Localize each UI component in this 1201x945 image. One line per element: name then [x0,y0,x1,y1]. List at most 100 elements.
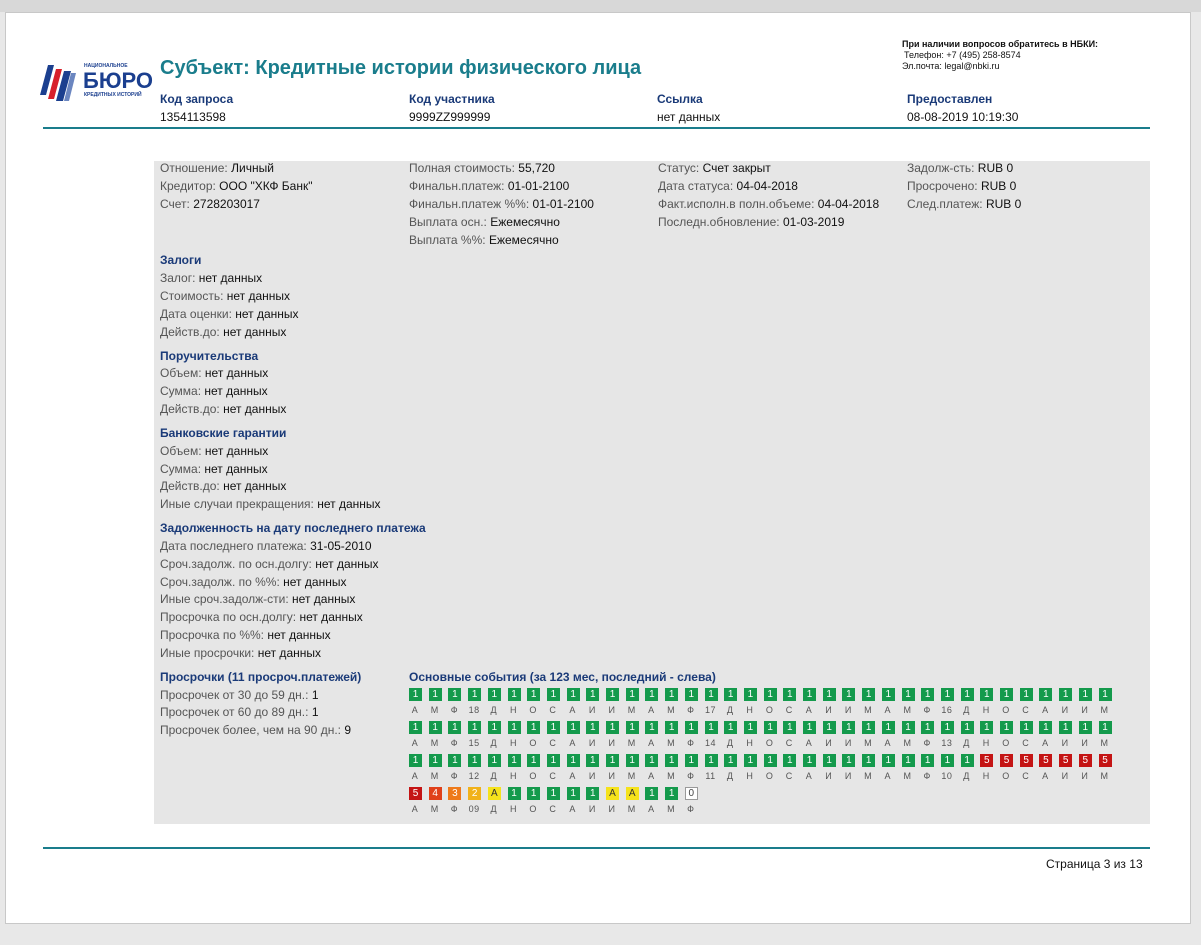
event-status-cell: 1 [724,688,738,701]
event-month-label: М [864,738,873,748]
event-month-label: 09 [468,804,480,814]
section-title-bank-guarantees: Банковские гарантии [160,426,287,440]
header-request-code: Код запроса 1354113598 [160,92,400,124]
event-status-cell: 1 [842,688,856,701]
header-label: Ссылка [657,92,703,106]
section-title-overdue: Просрочки (11 просроч.платежей) [160,670,362,684]
event-status-cell: 1 [428,754,442,767]
event-status-cell: 3 [448,787,462,800]
field-label: Задолж-сть: [907,161,975,175]
field-overdue-30-59: Просрочек от 30 до 59 дн.: 1 [160,688,319,702]
event-month-label: И [1081,738,1089,748]
field-current-interest-debt: Сроч.задолж. по %%: нет данных [160,575,346,589]
event-month-label: 11 [705,771,716,781]
field-label: Просрочка по %%: [160,628,265,642]
event-month-label: И [588,771,596,781]
event-status-cell: 1 [881,721,895,734]
event-month-label: С [549,771,557,781]
field-value: 01-03-2019 [782,215,845,229]
event-status-cell: 1 [606,721,619,734]
event-status-cell: 1 [507,688,521,701]
event-status-cell: 1 [409,754,422,767]
event-month-label: М [430,738,439,748]
event-month-label: А [569,738,576,748]
event-month-label: И [844,771,852,781]
field-other-current-debt: Иные сроч.задолж-сти: нет данных [160,592,355,606]
event-month-label: О [765,705,774,715]
event-status-cell: 1 [1019,721,1033,734]
event-month-label: Н [982,705,990,715]
event-month-label: А [805,705,813,715]
field-label: Стоимость: [160,289,224,303]
event-status-cell: 1 [487,721,501,734]
event-status-cell: 1 [743,688,757,701]
nbki-logo: НАЦИОНАЛЬНОЕ БЮРО КРЕДИТНЫХ ИСТОРИЙ [40,63,153,101]
event-status-cell: 1 [803,754,816,767]
event-status-cell: 1 [586,754,600,767]
event-status-cell: 5 [1039,754,1053,767]
event-status-cell: 1 [940,721,954,734]
event-status-cell: 1 [625,688,639,701]
field-value: нет данных [226,289,291,303]
event-status-cell: 1 [1000,721,1013,734]
event-status-cell: 1 [448,688,462,701]
field-overdue-interest: Просрочка по %%: нет данных [160,628,331,642]
event-status-cell: 5 [980,754,994,767]
page-counter: Страница 3 из 13 [1046,857,1143,871]
field-value: нет данных [292,592,356,606]
event-month-label: 16 [941,705,953,715]
event-status-cell: 1 [606,688,619,701]
event-month-label: А [1042,771,1049,781]
event-month-label: И [608,804,616,814]
section-title-debt: Задолженность на дату последнего платежа [160,521,426,535]
event-status-cell: 1 [409,688,422,701]
event-month-label: Д [963,705,970,715]
field-bank-guarantee-valid-until: Действ.до: нет данных [160,479,286,493]
event-status-cell: 5 [1019,754,1033,767]
event-status-cell: 1 [763,688,777,701]
event-month-label: М [627,804,636,814]
field-creditor: Кредитор: ООО "ХКФ Банк" [160,179,313,193]
event-status-cell: 5 [1078,754,1092,767]
event-month-label: С [549,705,557,715]
field-label: Сроч.задолж. по %%: [160,575,280,589]
event-status-cell: 1 [980,721,994,734]
event-status-cell: 1 [803,688,816,701]
event-month-label: Д [726,738,734,748]
field-last-update: Последн.обновление: 01-03-2019 [658,215,844,229]
contact-phone: Телефон: +7 (495) 258-8574 [904,50,1021,60]
event-status-cell: 1 [645,787,659,800]
event-month-label: А [884,771,892,781]
event-status-cell: 1 [665,787,679,800]
event-month-label: И [1061,738,1069,748]
event-status-cell: 1 [428,688,442,701]
event-status-cell: 1 [1098,721,1112,734]
field-label: Действ.до: [160,479,220,493]
event-month-label: Н [746,705,754,715]
field-value: 1 [311,688,319,702]
event-month-label: Д [726,771,734,781]
event-status-cell: 1 [409,721,422,734]
event-month-label: М [1100,705,1109,715]
field-value: нет данных [235,307,299,321]
field-label: Иные случаи прекращения: [160,497,314,511]
event-month-label: Ф [687,738,695,748]
field-label: Действ.до: [160,402,220,416]
field-label: Залог: [160,271,196,285]
header-divider [43,127,1150,129]
event-month-label: Ф [687,804,695,814]
event-status-cell: 1 [1000,688,1013,701]
field-principal-payout: Выплата осн.: Ежемесячно [409,215,560,229]
event-month-label: Ф [450,771,459,781]
field-label: Выплата осн.: [409,215,487,229]
contact-block: При наличии вопросов обратитесь в НБКИ: … [902,39,1098,72]
event-status-cell: 5 [409,787,422,800]
logo-main-text: БЮРО [83,68,153,93]
field-label: Иные сроч.задолж-сти: [160,592,289,606]
field-label: Дата оценки: [160,307,232,321]
field-pledge-valid-until: Действ.до: нет данных [160,325,286,339]
event-month-label: Ф [687,771,695,781]
event-month-label: М [667,705,676,715]
event-status-cell: 1 [921,721,935,734]
event-month-label: А [1042,705,1049,715]
